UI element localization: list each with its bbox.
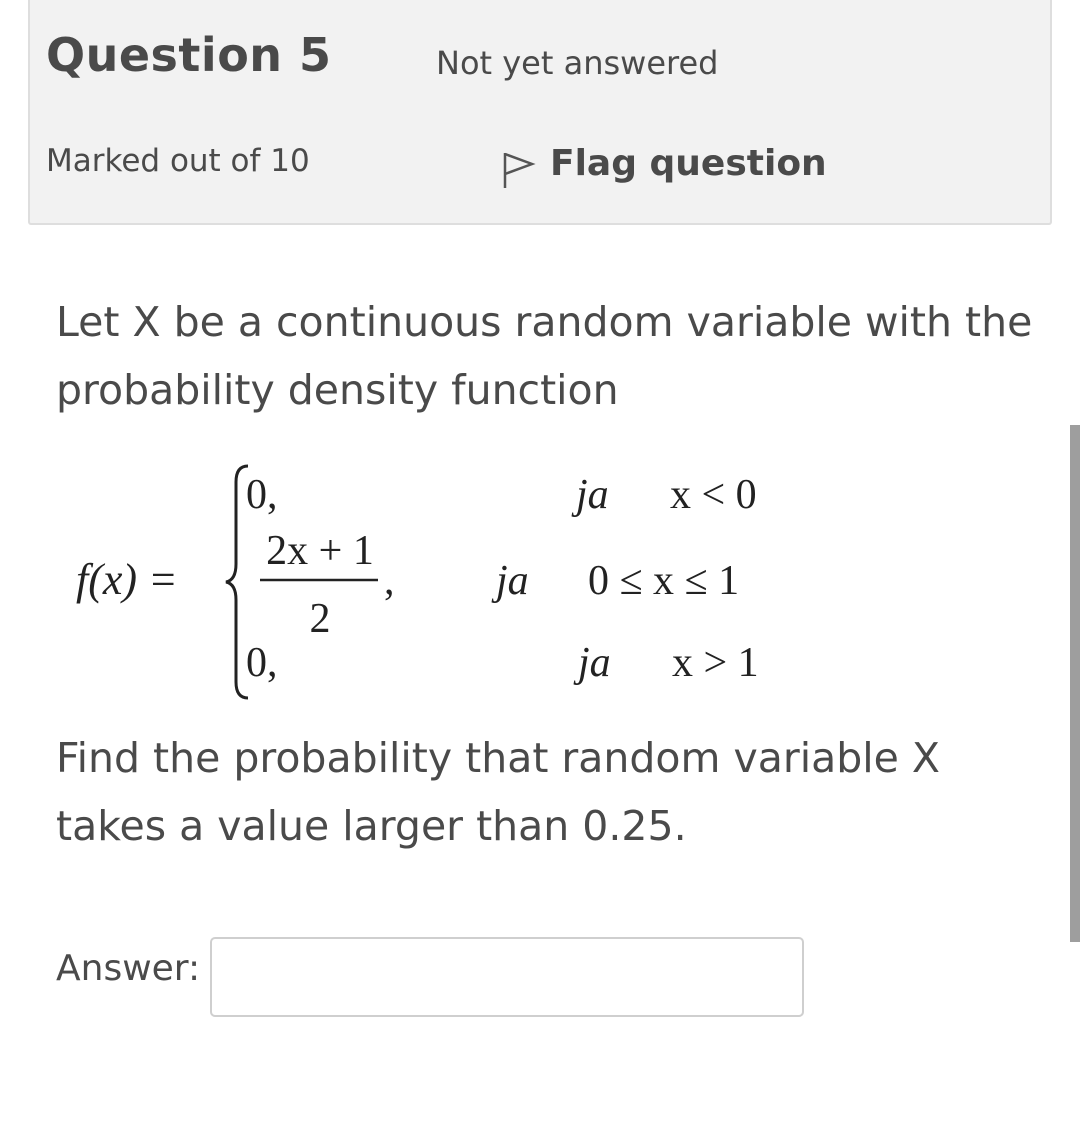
case1-cond: x < 0 bbox=[670, 472, 757, 518]
case3-value: 0, bbox=[246, 640, 278, 686]
question-number: Question 5 bbox=[46, 28, 332, 82]
case3-cond: x > 1 bbox=[672, 640, 759, 686]
question-state: Not yet answered bbox=[436, 44, 719, 82]
case2-cond: 0 ≤ x ≤ 1 bbox=[588, 558, 739, 604]
formula-lhs: f(x) = bbox=[76, 555, 178, 604]
pdf-formula: f(x) = 0, ja x < 0 2x + 1 2 , ja 0 ≤ x ≤… bbox=[72, 460, 792, 705]
case2-comma: , bbox=[384, 558, 395, 604]
scrollbar[interactable] bbox=[1070, 425, 1080, 942]
pdf-formula-svg: f(x) = 0, ja x < 0 2x + 1 2 , ja 0 ≤ x ≤… bbox=[76, 464, 759, 700]
flag-outline-icon bbox=[503, 152, 536, 188]
flag-question-label: Flag question bbox=[550, 142, 827, 184]
question-intro-text: Let X be a continuous random variable wi… bbox=[56, 298, 1033, 414]
answer-input[interactable] bbox=[210, 937, 804, 1017]
question-grade: Marked out of 10 bbox=[46, 143, 310, 179]
formula-brace bbox=[225, 464, 249, 700]
flag-question-button[interactable]: Flag question bbox=[500, 136, 827, 190]
question-task-text: Find the probability that random variabl… bbox=[56, 734, 941, 850]
case3-cond-word: ja bbox=[573, 640, 611, 686]
case1-cond-word: ja bbox=[571, 472, 609, 518]
case2-denominator: 2 bbox=[310, 596, 331, 642]
answer-label: Answer: bbox=[56, 948, 201, 989]
case2-cond-word: ja bbox=[491, 558, 529, 604]
question-info-panel: Question 5 Not yet answered Marked out o… bbox=[28, 0, 1052, 225]
case1-value: 0, bbox=[246, 472, 278, 518]
case2-numerator: 2x + 1 bbox=[266, 528, 374, 574]
